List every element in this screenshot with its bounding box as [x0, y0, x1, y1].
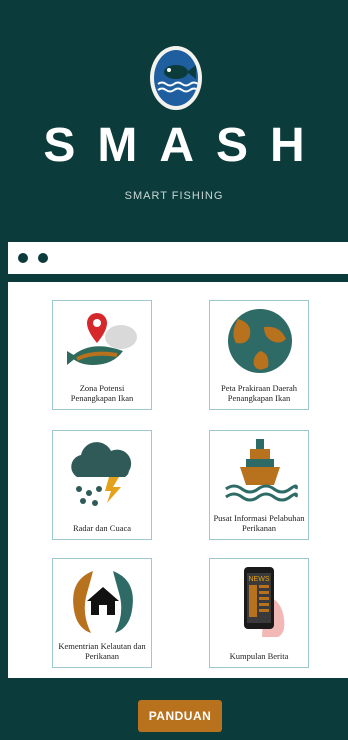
menu-item-label: Kumpulan Berita: [229, 651, 289, 661]
menu-panel: Zona Potensi Penangkapan Ikan Peta Praki…: [8, 282, 348, 678]
menu-item-peta-prakiraan[interactable]: Peta Prakiraan Daerah Penangkapan Ikan: [209, 300, 309, 410]
menu-item-label: Kementrian Kelautan dan Perikanan: [58, 641, 146, 661]
menu-item-zona-potensi[interactable]: Zona Potensi Penangkapan Ikan: [52, 300, 152, 410]
app-logo: [150, 46, 202, 110]
globe-icon: [228, 309, 292, 373]
menu-item-kumpulan-berita[interactable]: NEWS Kumpulan Berita: [209, 558, 309, 668]
menu-item-label: Zona Potensi Penangkapan Ikan: [70, 383, 134, 403]
app-subtitle: SMART FISHING: [124, 190, 224, 202]
fish-location-icon: [67, 313, 137, 365]
menu-item-kementrian[interactable]: Kementrian Kelautan dan Perikanan: [52, 558, 152, 668]
menu-item-label: Pusat Informasi Pelabuhan Perikanan: [213, 513, 305, 533]
menu-item-radar-cuaca[interactable]: Radar dan Cuaca: [52, 430, 152, 540]
indicator-dot: [38, 253, 48, 263]
fish-logo-icon: [154, 50, 198, 106]
page-indicator-bar: [8, 242, 348, 274]
app-title: SMASH: [43, 119, 327, 172]
indicator-dot: [18, 253, 28, 263]
ship-icon: [225, 439, 298, 502]
storm-cloud-icon: [71, 442, 132, 506]
ministry-fish-house-icon: [73, 571, 133, 633]
menu-item-pusat-informasi[interactable]: Pusat Informasi Pelabuhan Perikanan: [209, 430, 309, 540]
panduan-button[interactable]: PANDUAN: [138, 700, 222, 732]
news-phone-icon: NEWS: [244, 567, 285, 637]
menu-item-label: Peta Prakiraan Daerah Penangkapan Ikan: [221, 383, 297, 403]
menu-item-label: Radar dan Cuaca: [72, 523, 132, 533]
news-icon-text: NEWS: [249, 576, 270, 583]
